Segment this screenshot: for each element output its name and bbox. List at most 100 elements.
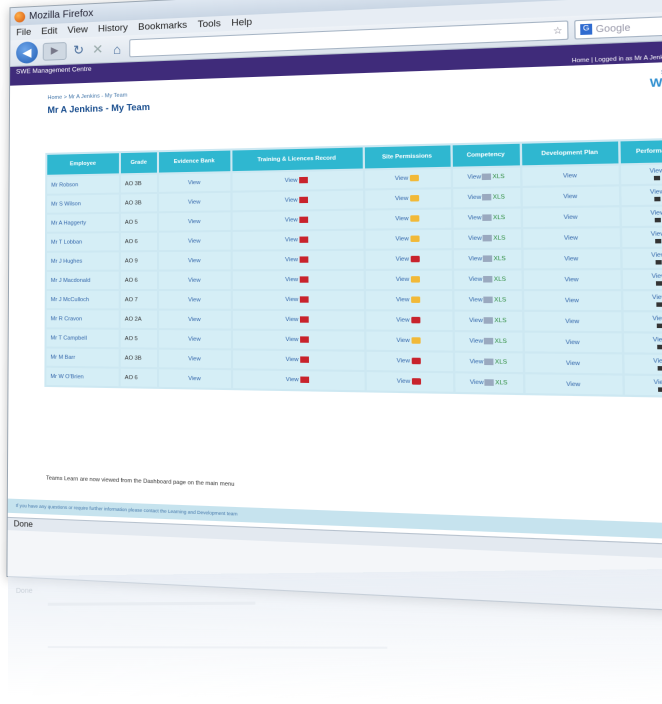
- performance-doc-icon[interactable]: [657, 366, 662, 371]
- competency-view-link[interactable]: View: [469, 318, 483, 325]
- competency-view-link[interactable]: View: [470, 380, 484, 387]
- competency-xls-link[interactable]: XLS: [494, 318, 506, 325]
- performance-view-link[interactable]: View: [654, 379, 662, 386]
- training-view-link[interactable]: View: [286, 337, 299, 343]
- performance-doc-icon[interactable]: [655, 281, 662, 286]
- site-view-link[interactable]: View: [396, 338, 409, 345]
- document-icon[interactable]: [482, 214, 492, 222]
- performance-doc-icon[interactable]: [653, 175, 661, 181]
- menu-help[interactable]: Help: [231, 17, 252, 29]
- performance-view-link[interactable]: View: [650, 210, 662, 217]
- evidence-view-link[interactable]: View: [188, 336, 200, 342]
- evidence-view-link[interactable]: View: [188, 179, 200, 185]
- development-view-link[interactable]: View: [565, 297, 579, 304]
- competency-xls-link[interactable]: XLS: [494, 277, 506, 284]
- competency-view-link[interactable]: View: [470, 359, 484, 366]
- folder-icon[interactable]: [410, 175, 420, 182]
- employee-link[interactable]: Mr J Hughes: [51, 258, 82, 264]
- employee-cell[interactable]: Mr J Macdonald: [46, 271, 119, 289]
- competency-xls-link[interactable]: XLS: [493, 215, 505, 222]
- competency-xls-link[interactable]: XLS: [495, 359, 507, 366]
- performance-view-link[interactable]: View: [651, 252, 662, 259]
- document-icon[interactable]: [483, 296, 494, 304]
- forward-icon[interactable]: ▶: [42, 41, 67, 61]
- site-view-link[interactable]: View: [396, 297, 409, 303]
- development-view-link[interactable]: View: [565, 318, 579, 325]
- menu-file[interactable]: File: [16, 27, 31, 38]
- competency-xls-link[interactable]: XLS: [493, 194, 505, 201]
- pdf-icon[interactable]: [299, 177, 309, 184]
- competency-view-link[interactable]: View: [469, 297, 483, 304]
- pdf-icon[interactable]: [299, 196, 309, 204]
- employee-cell[interactable]: Mr A Haggerty: [47, 213, 119, 232]
- folder-icon[interactable]: [411, 296, 421, 304]
- competency-xls-link[interactable]: XLS: [494, 256, 506, 263]
- pdf-icon[interactable]: [300, 356, 310, 364]
- competency-view-link[interactable]: View: [468, 236, 482, 243]
- competency-xls-link[interactable]: XLS: [492, 174, 504, 181]
- employee-cell[interactable]: Mr J Hughes: [46, 252, 119, 270]
- folder-icon[interactable]: [410, 195, 420, 202]
- development-view-link[interactable]: View: [565, 339, 579, 346]
- document-icon[interactable]: [483, 317, 494, 325]
- search-box[interactable]: G Google ⌕: [574, 14, 662, 40]
- folder-icon[interactable]: [411, 317, 421, 324]
- pdf-icon[interactable]: [300, 236, 309, 244]
- training-view-link[interactable]: View: [285, 277, 298, 283]
- development-view-link[interactable]: View: [563, 172, 577, 179]
- reload-icon[interactable]: ↻: [72, 42, 86, 58]
- site-view-link[interactable]: View: [395, 176, 408, 183]
- home-icon[interactable]: ⌂: [110, 41, 124, 57]
- performance-doc-icon[interactable]: [655, 260, 662, 265]
- document-icon[interactable]: [483, 276, 493, 283]
- employee-cell[interactable]: Mr W O'Brien: [46, 367, 119, 387]
- training-view-link[interactable]: View: [285, 237, 298, 243]
- competency-view-link[interactable]: View: [467, 174, 481, 181]
- training-view-link[interactable]: View: [285, 217, 298, 223]
- evidence-view-link[interactable]: View: [188, 316, 200, 322]
- training-view-link[interactable]: View: [285, 178, 298, 184]
- employee-link[interactable]: Mr W O'Brien: [50, 373, 83, 380]
- evidence-view-link[interactable]: View: [188, 199, 200, 205]
- employee-cell[interactable]: Mr M Barr: [46, 348, 119, 367]
- evidence-view-link[interactable]: View: [188, 356, 201, 362]
- competency-view-link[interactable]: View: [469, 277, 483, 284]
- development-view-link[interactable]: View: [563, 214, 577, 221]
- document-icon[interactable]: [484, 379, 495, 387]
- pdf-icon[interactable]: [300, 376, 310, 384]
- employee-cell[interactable]: Mr R Cravon: [46, 310, 119, 328]
- folder-icon[interactable]: [412, 337, 422, 345]
- competency-view-link[interactable]: View: [468, 256, 482, 263]
- evidence-view-link[interactable]: View: [188, 218, 200, 224]
- document-icon[interactable]: [484, 338, 494, 345]
- pdf-icon[interactable]: [300, 296, 310, 303]
- document-icon[interactable]: [482, 194, 492, 201]
- back-icon[interactable]: ◀: [16, 41, 38, 64]
- employee-link[interactable]: Mr M Barr: [51, 354, 76, 360]
- folder-icon[interactable]: [412, 357, 422, 365]
- performance-doc-icon[interactable]: [654, 217, 661, 223]
- employee-link[interactable]: Mr J Macdonald: [51, 277, 91, 283]
- competency-view-link[interactable]: View: [468, 195, 482, 202]
- evidence-view-link[interactable]: View: [188, 277, 200, 283]
- pdf-icon[interactable]: [300, 336, 310, 344]
- training-view-link[interactable]: View: [285, 317, 298, 323]
- employee-link[interactable]: Mr Robson: [51, 182, 78, 188]
- development-view-link[interactable]: View: [564, 276, 578, 283]
- menu-tools[interactable]: Tools: [198, 18, 221, 30]
- google-icon[interactable]: G: [580, 23, 593, 36]
- employee-link[interactable]: Mr T Campbell: [51, 335, 87, 341]
- folder-icon[interactable]: [410, 215, 420, 223]
- document-icon[interactable]: [483, 255, 493, 263]
- menu-view[interactable]: View: [67, 24, 87, 36]
- competency-view-link[interactable]: View: [468, 215, 482, 222]
- employee-link[interactable]: Mr J McCulloch: [51, 297, 89, 303]
- pdf-icon[interactable]: [300, 276, 310, 283]
- employee-link[interactable]: Mr S Wilson: [51, 201, 81, 207]
- folder-icon[interactable]: [411, 256, 421, 263]
- document-icon[interactable]: [482, 173, 492, 181]
- performance-view-link[interactable]: View: [653, 358, 662, 365]
- employee-cell[interactable]: Mr T Lobban: [46, 233, 119, 251]
- performance-view-link[interactable]: View: [652, 316, 662, 323]
- pdf-icon[interactable]: [300, 256, 309, 264]
